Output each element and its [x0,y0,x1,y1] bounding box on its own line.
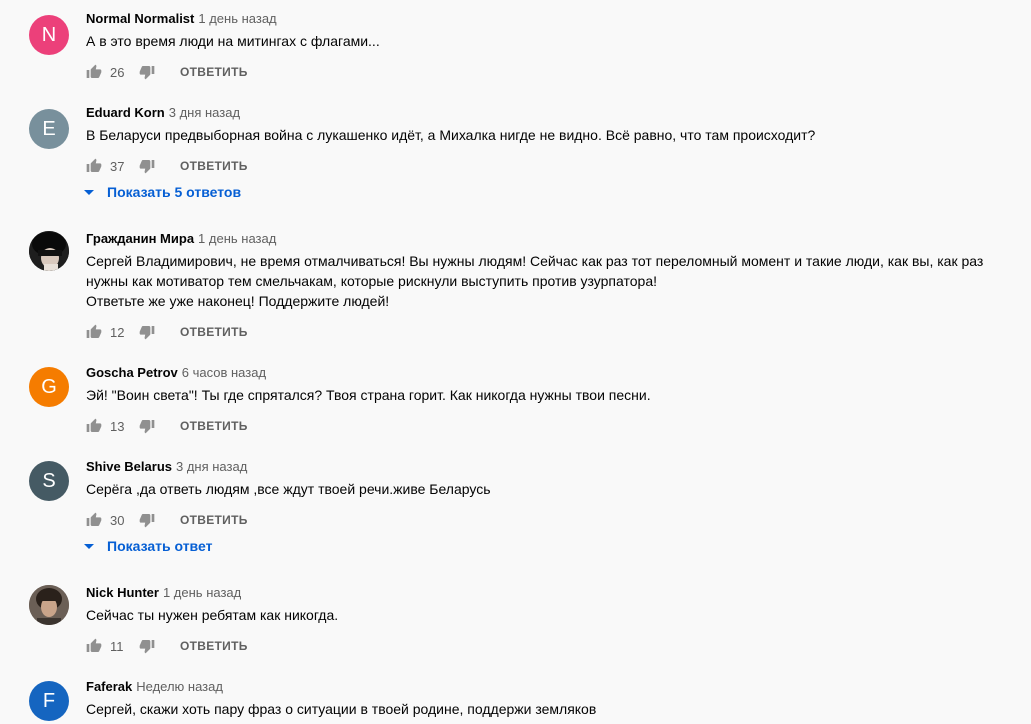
comment-header: Faferak Неделю назад [86,678,223,696]
thumb-down-icon[interactable] [139,158,155,174]
author-name[interactable]: Eduard Korn [86,105,165,120]
author-name[interactable]: Faferak [86,679,132,694]
author-name[interactable]: Normal Normalist [86,11,194,26]
avatar-letter: S [42,469,56,492]
like-count: 12 [110,324,125,340]
comment-text: А в это время люди на митингах с флагами… [86,31,1016,51]
thumb-down-icon[interactable] [139,64,155,80]
thumb-up-icon[interactable] [86,418,102,434]
comment-time[interactable]: 6 часов назад [182,365,266,380]
comment-actions: 12 ОТВЕТИТЬ [86,320,248,344]
show-replies-label: Показать 5 ответов [107,184,242,200]
author-name[interactable]: Гражданин Мира [86,231,194,246]
like-count: 11 [110,638,124,654]
comment-text: Сергей Владимирович, не время отмалчиват… [86,251,1016,311]
comment-line: Эй! "Воин света"! Ты где спрятался? Твоя… [86,387,651,403]
thumb-down-icon[interactable] [139,324,155,340]
comment-actions: 37 ОТВЕТИТЬ [86,154,248,178]
comment-header: Goscha Petrov 6 часов назад [86,364,266,382]
like-count: 37 [110,158,125,174]
caret-down-icon [84,544,94,549]
thumb-down-icon[interactable] [139,638,155,654]
avatar[interactable] [29,231,69,271]
comment-text: В Беларуси предвыборная война с лукашенк… [86,125,1016,145]
comment-header: Nick Hunter 1 день назад [86,584,241,602]
comment-time[interactable]: Неделю назад [136,679,223,694]
caret-down-icon [84,190,94,195]
comment-time[interactable]: 3 дня назад [176,459,247,474]
avatar-letter: N [41,23,57,46]
comment-line: нужны как мотиватор тем смельчакам, кото… [86,273,657,289]
comment-line: Ответьте же уже наконец! Поддержите люде… [86,293,390,309]
avatar-letter: G [41,375,57,398]
avatar[interactable]: F [29,681,69,721]
thumb-up-icon[interactable] [86,64,102,80]
comment-actions: 30 ОТВЕТИТЬ [86,508,248,532]
comment-time[interactable]: 1 день назад [198,11,276,26]
reply-button[interactable]: ОТВЕТИТЬ [180,65,248,79]
reply-button[interactable]: ОТВЕТИТЬ [180,513,248,527]
like-count: 13 [110,418,125,434]
show-replies-button[interactable]: Показать 5 ответов [84,184,241,200]
reply-button[interactable]: ОТВЕТИТЬ [180,419,248,433]
comment-line: Сергей Владимирович, не время отмалчиват… [86,253,984,269]
comment-line: В Беларуси предвыборная война с лукашенк… [86,127,816,143]
author-name[interactable]: Shive Belarus [86,459,172,474]
comment-header: Normal Normalist 1 день назад [86,10,277,28]
avatar[interactable] [29,585,69,625]
reply-button[interactable]: ОТВЕТИТЬ [180,639,248,653]
thumb-up-icon[interactable] [86,512,102,528]
reply-button[interactable]: ОТВЕТИТЬ [180,325,248,339]
show-replies-label: Показать ответ [107,538,213,554]
comment-line: Сергей, скажи хоть пару фраз о ситуации … [86,701,597,717]
comment-actions: 11 ОТВЕТИТЬ [86,634,248,658]
comment-text: Сейчас ты нужен ребятам как никогда. [86,605,1016,625]
avatar[interactable]: S [29,461,69,501]
thumb-down-icon[interactable] [139,418,155,434]
like-count: 26 [110,64,125,80]
comment-text: Сергей, скажи хоть пару фраз о ситуации … [86,699,1016,719]
author-name[interactable]: Goscha Petrov [86,365,178,380]
avatar-photo [29,231,69,271]
thumb-down-icon[interactable] [139,512,155,528]
comment-line: Серёга ,да ответь людям ,все ждут твоей … [86,481,491,497]
avatar-photo [29,585,69,625]
comment-actions: 13 ОТВЕТИТЬ [86,414,248,438]
thumb-up-icon[interactable] [86,638,102,654]
comment-time[interactable]: 3 дня назад [169,105,240,120]
comment-line: А в это время люди на митингах с флагами… [86,33,380,49]
avatar-letter: F [42,689,56,712]
comment-line: Сейчас ты нужен ребятам как никогда. [86,607,339,623]
comment-actions: 26 ОТВЕТИТЬ [86,60,248,84]
comment-header: Eduard Korn 3 дня назад [86,104,240,122]
avatar[interactable]: G [29,367,69,407]
author-name[interactable]: Nick Hunter [86,585,159,600]
comment-header: Гражданин Мира 1 день назад [86,230,276,248]
avatar[interactable]: N [29,15,69,55]
comment-time[interactable]: 1 день назад [198,231,276,246]
show-replies-button[interactable]: Показать ответ [84,538,212,554]
like-count: 30 [110,512,125,528]
reply-button[interactable]: ОТВЕТИТЬ [180,159,248,173]
comment-text: Эй! "Воин света"! Ты где спрятался? Твоя… [86,385,1016,405]
thumb-up-icon[interactable] [86,158,102,174]
comment-header: Shive Belarus 3 дня назад [86,458,247,476]
thumb-up-icon[interactable] [86,324,102,340]
avatar-letter: E [42,117,56,140]
avatar[interactable]: E [29,109,69,149]
comment-time[interactable]: 1 день назад [163,585,241,600]
comment-text: Серёга ,да ответь людям ,все ждут твоей … [86,479,1016,499]
